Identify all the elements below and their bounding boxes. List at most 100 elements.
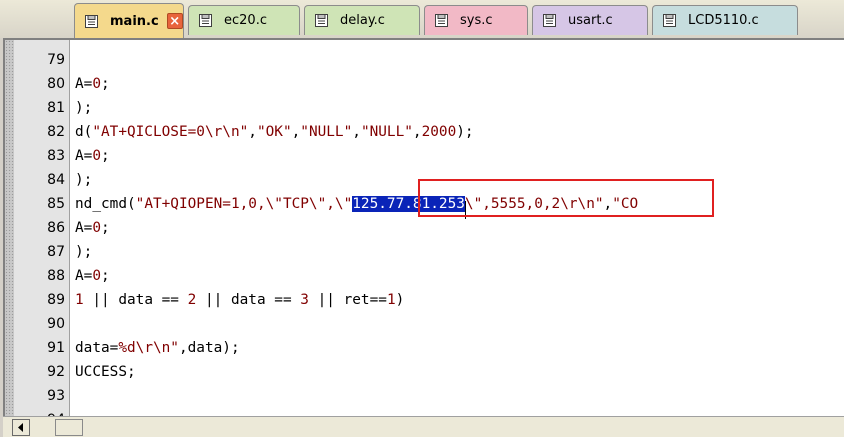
scroll-left-button[interactable]: [12, 419, 30, 436]
code-token: ,: [412, 124, 422, 140]
code-token: "AT+QICLOSE=0\r\n": [92, 124, 249, 140]
code-token: nd_cmd(: [75, 196, 136, 212]
code-token: ,: [248, 124, 257, 140]
code-line[interactable]: d("AT+QICLOSE=0\r\n","OK","NULL","NULL",…: [75, 120, 474, 144]
code-line[interactable]: data=%d\r\n",data);: [75, 336, 240, 360]
code-token: %d\r\n": [118, 340, 179, 356]
tab-label: usart.c: [568, 13, 613, 28]
file-icon: [435, 14, 448, 27]
file-icon: [663, 14, 676, 27]
tab-label: delay.c: [340, 13, 385, 28]
code-token: ;: [101, 76, 110, 92]
scroll-thumb[interactable]: [55, 419, 83, 436]
code-token: A=: [75, 220, 93, 236]
code-token: A=: [75, 76, 93, 92]
code-line[interactable]: UCCESS;: [75, 360, 136, 384]
file-icon: [543, 14, 556, 27]
code-token: ): [395, 292, 405, 308]
code-line[interactable]: A=0;: [75, 216, 110, 240]
code-token: A=: [75, 148, 93, 164]
tab-usart-c[interactable]: usart.c: [532, 5, 648, 35]
code-line[interactable]: A=0;: [75, 144, 110, 168]
code-token: || data ==: [196, 292, 301, 308]
code-token: || ret==: [308, 292, 387, 308]
code-token: "OK": [256, 124, 292, 140]
tab-label: LCD5110.c: [688, 13, 759, 28]
code-token: 3: [300, 292, 309, 308]
code-token: UCCESS;: [75, 364, 136, 380]
code-token: ;: [101, 148, 110, 164]
line-number: 90: [47, 316, 65, 332]
code-line[interactable]: );: [75, 96, 92, 120]
line-number: 79: [47, 52, 65, 68]
code-token: d(: [75, 124, 93, 140]
code-token: );: [75, 244, 93, 260]
line-number: 85: [47, 196, 65, 212]
horizontal-scrollbar[interactable]: [3, 416, 844, 437]
line-number: 82: [47, 124, 65, 140]
code-token: || data ==: [83, 292, 188, 308]
code-token: );: [456, 124, 474, 140]
line-number: 89: [47, 292, 65, 308]
code-token: 2: [187, 292, 197, 308]
file-icon: [315, 14, 328, 27]
code-token: ,: [352, 124, 361, 140]
code-token: \",5555,0,2\r\n": [464, 196, 604, 212]
code-token: 0: [92, 220, 101, 236]
line-number: 80: [47, 76, 65, 92]
code-token: 1: [75, 292, 84, 308]
line-number-gutter: 79808182838485868788899091929394: [14, 40, 70, 437]
code-token: 0: [92, 76, 101, 92]
code-area[interactable]: A=0;); d("AT+QICLOSE=0\r\n","OK","NULL","…: [75, 40, 844, 437]
code-token: ,: [291, 124, 301, 140]
code-token: "CO: [612, 196, 639, 212]
code-token: ,: [603, 196, 613, 212]
code-token: 2000: [421, 124, 457, 140]
tab-label: ec20.c: [224, 13, 267, 28]
close-icon[interactable]: ×: [166, 13, 183, 29]
tab-sys-c[interactable]: sys.c: [424, 5, 528, 35]
line-number: 83: [47, 148, 65, 164]
line-number: 91: [47, 340, 65, 356]
selected-text: 125.77.81.253: [352, 196, 465, 212]
code-token: "NULL": [300, 124, 353, 140]
line-number: 93: [47, 388, 65, 404]
text-caret: [464, 201, 466, 219]
tab-delay-c[interactable]: delay.c: [304, 5, 420, 35]
code-line[interactable]: );: [75, 240, 92, 264]
line-number: 87: [47, 244, 65, 260]
code-line[interactable]: A=0;: [75, 72, 110, 96]
code-token: 1: [386, 292, 396, 308]
code-line[interactable]: nd_cmd("AT+QIOPEN=1,0,\"TCP\",\"125.77.8…: [75, 192, 638, 216]
code-token: "AT+QIOPEN=1,0,\"TCP\",\": [135, 196, 353, 212]
line-number: 92: [47, 364, 65, 380]
tab-label: sys.c: [460, 13, 493, 28]
code-token: data=: [75, 340, 119, 356]
line-number: 86: [47, 220, 65, 236]
code-token: );: [75, 100, 93, 116]
tab-lcd5110-c[interactable]: LCD5110.c: [652, 5, 798, 35]
code-token: A=: [75, 268, 93, 284]
code-token: 0: [92, 148, 101, 164]
file-icon: [199, 14, 212, 27]
tab-ec20-c[interactable]: ec20.c: [188, 5, 300, 35]
line-number: 84: [47, 172, 65, 188]
editor-tab-bar: main.c × ec20.c delay.c sys.c usart.c LC…: [0, 0, 844, 38]
tab-label: main.c: [110, 13, 159, 29]
arrow-left-icon: [18, 423, 23, 432]
code-line[interactable]: );: [75, 168, 92, 192]
line-number: 88: [47, 268, 65, 284]
code-editor[interactable]: 79808182838485868788899091929394 A=0;);d…: [3, 38, 844, 437]
code-token: );: [75, 172, 93, 188]
tab-main-c[interactable]: main.c ×: [74, 3, 184, 38]
file-icon: [85, 14, 98, 28]
code-token: 0: [92, 268, 101, 284]
code-line[interactable]: A=0;: [75, 264, 110, 288]
gutter-margin: [5, 40, 14, 437]
code-token: ;: [101, 268, 110, 284]
code-token: ;: [101, 220, 110, 236]
code-line[interactable]: 1 || data == 2 || data == 3 || ret==1): [75, 288, 404, 312]
code-token: "NULL": [360, 124, 413, 140]
line-number: 81: [47, 100, 65, 116]
code-token: ,data);: [178, 340, 240, 356]
